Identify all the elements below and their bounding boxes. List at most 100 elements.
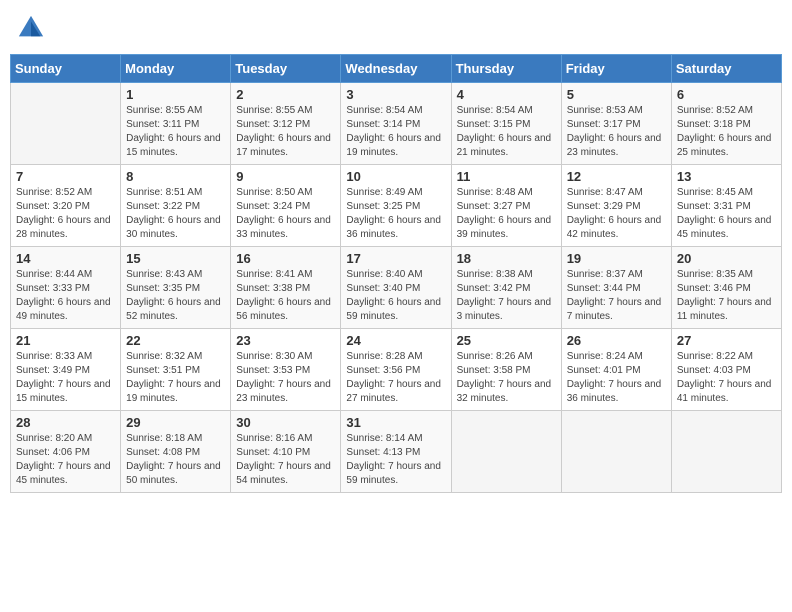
day-info: Sunrise: 8:18 AMSunset: 4:08 PMDaylight:… (126, 432, 225, 488)
day-cell: 25 Sunrise: 8:26 AMSunset: 3:58 PMDayligh… (451, 329, 561, 411)
day-info: Sunrise: 8:28 AMSunset: 3:56 PMDaylight:… (346, 350, 445, 406)
day-cell (451, 411, 561, 493)
day-info: Sunrise: 8:43 AMSunset: 3:35 PMDaylight:… (126, 268, 225, 324)
day-info: Sunrise: 8:35 AMSunset: 3:46 PMDaylight:… (677, 268, 776, 324)
day-info: Sunrise: 8:41 AMSunset: 3:38 PMDaylight:… (236, 268, 335, 324)
day-number: 6 (677, 87, 776, 102)
day-cell: 17 Sunrise: 8:40 AMSunset: 3:40 PMDayligh… (341, 247, 451, 329)
week-row-3: 14 Sunrise: 8:44 AMSunset: 3:33 PMDayligh… (11, 247, 782, 329)
week-row-4: 21 Sunrise: 8:33 AMSunset: 3:49 PMDayligh… (11, 329, 782, 411)
day-info: Sunrise: 8:37 AMSunset: 3:44 PMDaylight:… (567, 268, 666, 324)
day-number: 31 (346, 415, 445, 430)
day-info: Sunrise: 8:33 AMSunset: 3:49 PMDaylight:… (16, 350, 115, 406)
day-number: 12 (567, 169, 666, 184)
day-cell: 9 Sunrise: 8:50 AMSunset: 3:24 PMDaylight… (231, 165, 341, 247)
day-header-saturday: Saturday (671, 55, 781, 83)
day-number: 26 (567, 333, 666, 348)
logo (16, 14, 46, 42)
day-header-wednesday: Wednesday (341, 55, 451, 83)
day-number: 17 (346, 251, 445, 266)
day-cell: 28 Sunrise: 8:20 AMSunset: 4:06 PMDayligh… (11, 411, 121, 493)
day-info: Sunrise: 8:55 AMSunset: 3:11 PMDaylight:… (126, 104, 225, 160)
day-info: Sunrise: 8:20 AMSunset: 4:06 PMDaylight:… (16, 432, 115, 488)
day-number: 1 (126, 87, 225, 102)
header (10, 10, 782, 46)
day-header-friday: Friday (561, 55, 671, 83)
day-cell: 16 Sunrise: 8:41 AMSunset: 3:38 PMDayligh… (231, 247, 341, 329)
day-cell: 13 Sunrise: 8:45 AMSunset: 3:31 PMDayligh… (671, 165, 781, 247)
day-info: Sunrise: 8:53 AMSunset: 3:17 PMDaylight:… (567, 104, 666, 160)
day-info: Sunrise: 8:51 AMSunset: 3:22 PMDaylight:… (126, 186, 225, 242)
day-cell: 24 Sunrise: 8:28 AMSunset: 3:56 PMDayligh… (341, 329, 451, 411)
day-cell: 30 Sunrise: 8:16 AMSunset: 4:10 PMDayligh… (231, 411, 341, 493)
day-cell: 14 Sunrise: 8:44 AMSunset: 3:33 PMDayligh… (11, 247, 121, 329)
day-info: Sunrise: 8:54 AMSunset: 3:15 PMDaylight:… (457, 104, 556, 160)
logo-icon (17, 14, 45, 42)
day-cell: 10Sunrise: 8:49 AMSunset: 3:25 PMDayligh… (341, 165, 451, 247)
day-number: 28 (16, 415, 115, 430)
day-number: 30 (236, 415, 335, 430)
day-info: Sunrise: 8:22 AMSunset: 4:03 PMDaylight:… (677, 350, 776, 406)
week-row-5: 28 Sunrise: 8:20 AMSunset: 4:06 PMDayligh… (11, 411, 782, 493)
day-info: Sunrise: 8:26 AMSunset: 3:58 PMDaylight:… (457, 350, 556, 406)
day-cell: 20 Sunrise: 8:35 AMSunset: 3:46 PMDayligh… (671, 247, 781, 329)
day-info: Sunrise: 8:45 AMSunset: 3:31 PMDaylight:… (677, 186, 776, 242)
day-header-thursday: Thursday (451, 55, 561, 83)
day-number: 23 (236, 333, 335, 348)
day-number: 19 (567, 251, 666, 266)
day-info: Sunrise: 8:52 AMSunset: 3:20 PMDaylight:… (16, 186, 115, 242)
day-number: 29 (126, 415, 225, 430)
day-number: 10 (346, 169, 445, 184)
day-number: 3 (346, 87, 445, 102)
header-row: SundayMondayTuesdayWednesdayThursdayFrid… (11, 55, 782, 83)
day-info: Sunrise: 8:47 AMSunset: 3:29 PMDaylight:… (567, 186, 666, 242)
day-number: 4 (457, 87, 556, 102)
day-number: 5 (567, 87, 666, 102)
day-number: 9 (236, 169, 335, 184)
day-info: Sunrise: 8:40 AMSunset: 3:40 PMDaylight:… (346, 268, 445, 324)
day-cell: 19 Sunrise: 8:37 AMSunset: 3:44 PMDayligh… (561, 247, 671, 329)
day-cell (671, 411, 781, 493)
day-cell: 29 Sunrise: 8:18 AMSunset: 4:08 PMDayligh… (121, 411, 231, 493)
day-cell: 31 Sunrise: 8:14 AMSunset: 4:13 PMDayligh… (341, 411, 451, 493)
day-info: Sunrise: 8:30 AMSunset: 3:53 PMDaylight:… (236, 350, 335, 406)
day-header-sunday: Sunday (11, 55, 121, 83)
day-number: 7 (16, 169, 115, 184)
day-info: Sunrise: 8:32 AMSunset: 3:51 PMDaylight:… (126, 350, 225, 406)
day-cell: 18Sunrise: 8:38 AMSunset: 3:42 PMDayligh… (451, 247, 561, 329)
week-row-1: 1 Sunrise: 8:55 AMSunset: 3:11 PMDaylight… (11, 83, 782, 165)
day-number: 2 (236, 87, 335, 102)
day-number: 16 (236, 251, 335, 266)
calendar-table: SundayMondayTuesdayWednesdayThursdayFrid… (10, 54, 782, 493)
day-info: Sunrise: 8:16 AMSunset: 4:10 PMDaylight:… (236, 432, 335, 488)
day-info: Sunrise: 8:44 AMSunset: 3:33 PMDaylight:… (16, 268, 115, 324)
day-number: 27 (677, 333, 776, 348)
day-cell: 8 Sunrise: 8:51 AMSunset: 3:22 PMDaylight… (121, 165, 231, 247)
day-number: 11 (457, 169, 556, 184)
day-info: Sunrise: 8:50 AMSunset: 3:24 PMDaylight:… (236, 186, 335, 242)
day-header-tuesday: Tuesday (231, 55, 341, 83)
day-number: 15 (126, 251, 225, 266)
day-header-monday: Monday (121, 55, 231, 83)
day-number: 14 (16, 251, 115, 266)
day-info: Sunrise: 8:14 AMSunset: 4:13 PMDaylight:… (346, 432, 445, 488)
day-number: 25 (457, 333, 556, 348)
day-number: 8 (126, 169, 225, 184)
week-row-2: 7 Sunrise: 8:52 AMSunset: 3:20 PMDaylight… (11, 165, 782, 247)
day-cell (11, 83, 121, 165)
day-cell: 21 Sunrise: 8:33 AMSunset: 3:49 PMDayligh… (11, 329, 121, 411)
day-cell: 7 Sunrise: 8:52 AMSunset: 3:20 PMDaylight… (11, 165, 121, 247)
day-number: 22 (126, 333, 225, 348)
day-cell: 22 Sunrise: 8:32 AMSunset: 3:51 PMDayligh… (121, 329, 231, 411)
day-cell: 3Sunrise: 8:54 AMSunset: 3:14 PMDaylight… (341, 83, 451, 165)
day-cell: 5 Sunrise: 8:53 AMSunset: 3:17 PMDaylight… (561, 83, 671, 165)
day-info: Sunrise: 8:52 AMSunset: 3:18 PMDaylight:… (677, 104, 776, 160)
day-number: 13 (677, 169, 776, 184)
day-cell: 1 Sunrise: 8:55 AMSunset: 3:11 PMDaylight… (121, 83, 231, 165)
day-cell: 4 Sunrise: 8:54 AMSunset: 3:15 PMDaylight… (451, 83, 561, 165)
day-number: 24 (346, 333, 445, 348)
day-cell: 6 Sunrise: 8:52 AMSunset: 3:18 PMDaylight… (671, 83, 781, 165)
day-number: 21 (16, 333, 115, 348)
day-number: 20 (677, 251, 776, 266)
day-cell: 12 Sunrise: 8:47 AMSunset: 3:29 PMDayligh… (561, 165, 671, 247)
